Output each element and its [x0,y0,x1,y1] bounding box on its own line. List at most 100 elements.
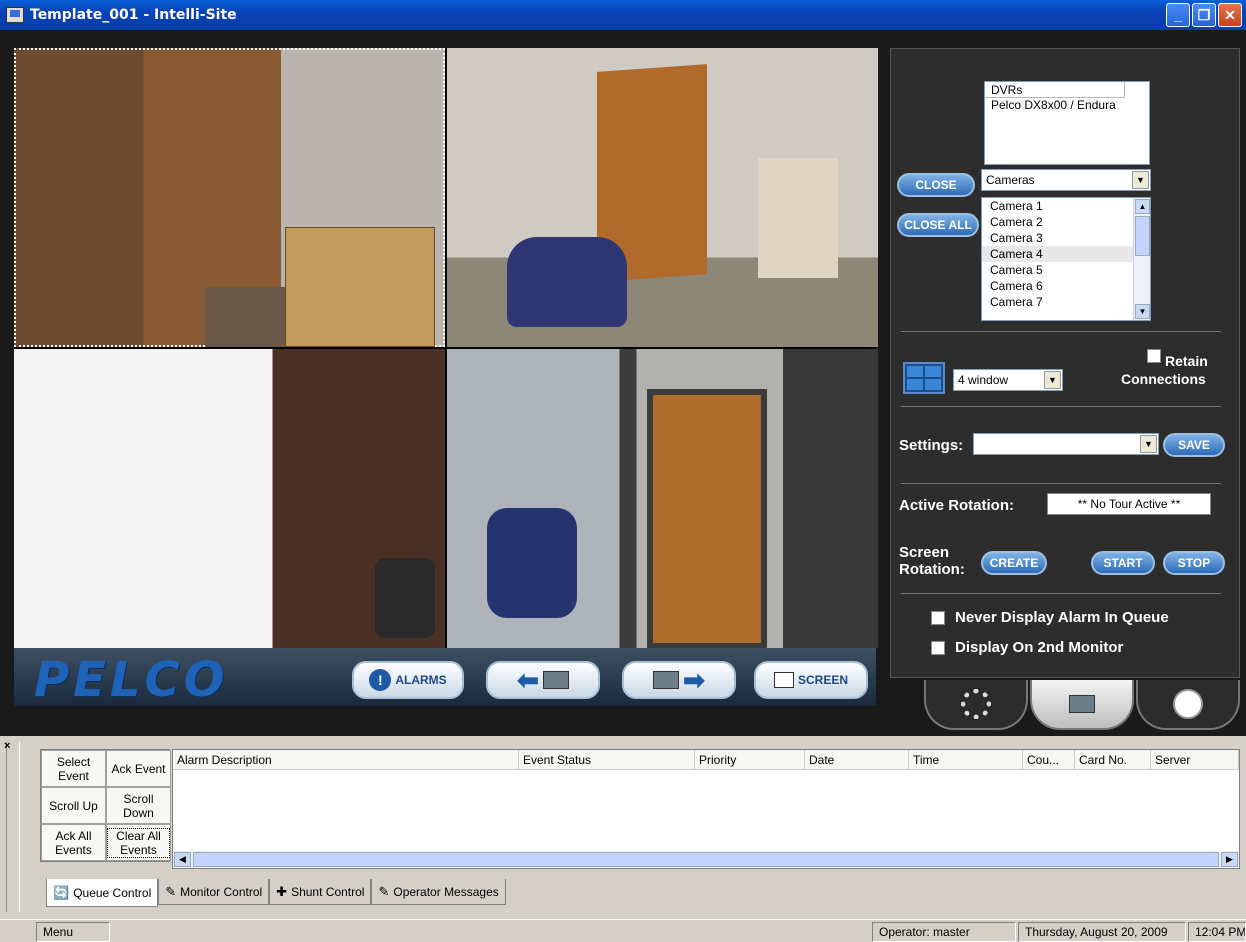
camera-list[interactable]: Camera 1 Camera 2 Camera 3 Camera 4 Came… [981,197,1151,321]
column-header[interactable]: Server [1151,750,1239,770]
camera-item-2[interactable]: Camera 2 [982,214,1150,230]
window-layout-icon[interactable] [903,362,945,394]
tab-queue-control[interactable]: 🔄 Queue Control [46,879,159,907]
clear-all-events-button[interactable]: Clear All Events [106,824,171,861]
scroll-up-button[interactable]: Scroll Up [41,787,106,824]
restore-button[interactable]: ❐ [1192,3,1216,27]
camera-item-1[interactable]: Camera 1 [982,198,1150,214]
camera-icon [1069,695,1095,713]
column-header[interactable]: Priority [695,750,805,770]
select-event-button[interactable]: Select Event [41,750,106,787]
cardboard-box [285,227,435,347]
menu-button[interactable]: Menu [36,922,110,942]
tab-operator-messages[interactable]: ✎ Operator Messages [371,879,506,905]
never-display-checkbox[interactable] [931,611,945,625]
chevron-down-icon[interactable]: ▼ [1132,171,1149,189]
divider [901,593,1221,594]
tab-cameras[interactable] [1030,680,1134,730]
video-pane-2[interactable] [447,48,878,347]
camera-item-4[interactable]: Camera 4 [982,246,1150,262]
alarms-button[interactable]: ! ALARMS [352,661,464,699]
chevron-down-icon[interactable]: ▼ [1140,435,1157,453]
scroll-thumb[interactable] [193,852,1219,867]
alarm-table[interactable]: Alarm Description Event Status Priority … [172,749,1240,869]
time-status: 12:04 PM [1188,922,1246,942]
minimize-button[interactable]: _ [1166,3,1190,27]
column-header[interactable]: Time [909,750,1023,770]
scroll-up-icon[interactable]: ▲ [1135,199,1150,214]
camera-item-5[interactable]: Camera 5 [982,262,1150,278]
camera-item-7[interactable]: Camera 7 [982,294,1150,310]
scroll-left-icon[interactable]: ◀ [174,852,191,867]
alarm-table-scrollbar[interactable]: ◀ ▶ [173,851,1239,868]
panel-tabs [924,680,1244,732]
video-grid [14,48,878,678]
cart [205,287,295,347]
alert-icon: ! [369,669,392,691]
tab-search[interactable] [1136,680,1240,730]
screen-rotation-label: Screen [899,544,950,561]
create-button[interactable]: CREATE [981,551,1047,575]
chair [507,237,627,327]
save-button[interactable]: SAVE [1163,433,1225,457]
start-button[interactable]: START [1091,551,1155,575]
second-monitor-label: Display On 2nd Monitor [955,639,1124,656]
column-header[interactable]: Date [805,750,909,770]
chevron-down-icon[interactable]: ▼ [1044,371,1061,389]
tab-shunt-control[interactable]: ✚ Shunt Control [269,879,372,905]
retain-label: Retain [1165,353,1208,369]
next-camera-button[interactable]: ➡ [622,661,736,699]
pane-grip[interactable] [6,742,20,912]
video-pane-1[interactable] [14,48,445,347]
stop-button[interactable]: STOP [1163,551,1225,575]
screen-button[interactable]: SCREEN [754,661,868,699]
camera-item-3[interactable]: Camera 3 [982,230,1150,246]
close-all-button[interactable]: CLOSE ALL [897,213,979,237]
scroll-right-icon[interactable]: ▶ [1221,852,1238,867]
second-monitor-checkbox[interactable] [931,641,945,655]
video-pane-3[interactable] [14,349,445,648]
queue-icon: 🔄 [53,884,70,900]
close-pane-icon[interactable]: × [4,740,10,752]
scroll-down-icon[interactable]: ▼ [1135,304,1150,319]
scroll-thumb[interactable] [1135,216,1150,256]
dvr-item[interactable]: Pelco DX8x00 / Endura [985,98,1149,113]
alarms-label: ALARMS [395,673,447,687]
previous-camera-button[interactable]: ⬅ [486,661,600,699]
pelco-logo: PELCO [34,652,229,708]
window-layout-select[interactable]: 4 window ▼ [953,369,1063,391]
camera-icon [542,671,569,689]
camera-source-select[interactable]: Cameras ▼ [981,169,1151,191]
divider [901,331,1221,332]
message-icon: ✎ [378,883,390,899]
dvr-list[interactable]: DVRs Pelco DX8x00 / Endura [984,81,1150,165]
video-toolbar: PELCO ! ALARMS ⬅ ➡ SCREEN [14,648,876,708]
column-header[interactable]: Card No. [1075,750,1151,770]
close-window-button[interactable]: ✕ [1218,3,1242,27]
ack-event-button[interactable]: Ack Event [106,750,171,787]
retain-connections-checkbox[interactable] [1147,349,1161,363]
window-layout-value: 4 window [958,373,1009,387]
column-header[interactable]: Event Status [519,750,695,770]
tab-monitor-control[interactable]: ✎ Monitor Control [158,879,270,905]
column-header[interactable]: Cou... [1023,750,1075,770]
camera-item-6[interactable]: Camera 6 [982,278,1150,294]
queue-buttons: Select Event Ack Event Scroll Up Scroll … [40,749,171,862]
arrow-left-icon: ⬅ [517,664,539,695]
scroll-down-button[interactable]: Scroll Down [106,787,171,824]
camera-list-scrollbar[interactable]: ▲ ▼ [1133,198,1150,320]
app-icon [6,7,24,23]
status-bar: Menu Operator: master Thursday, August 2… [0,919,1246,942]
operator-status: Operator: master [872,922,1016,942]
camera-source-value: Cameras [986,173,1035,187]
video-pane-4[interactable] [447,349,878,648]
window-controls: _ ❐ ✕ [1166,3,1242,27]
gear-icon [961,689,991,719]
rotation-label: Rotation: [899,561,965,578]
ack-all-events-button[interactable]: Ack All Events [41,824,106,861]
title-bar: Template_001 - Intelli-Site _ ❐ ✕ [0,0,1246,30]
close-button[interactable]: CLOSE [897,173,975,197]
settings-select[interactable]: ▼ [973,433,1159,455]
column-header[interactable]: Alarm Description [173,750,519,770]
tab-settings[interactable] [924,680,1028,730]
